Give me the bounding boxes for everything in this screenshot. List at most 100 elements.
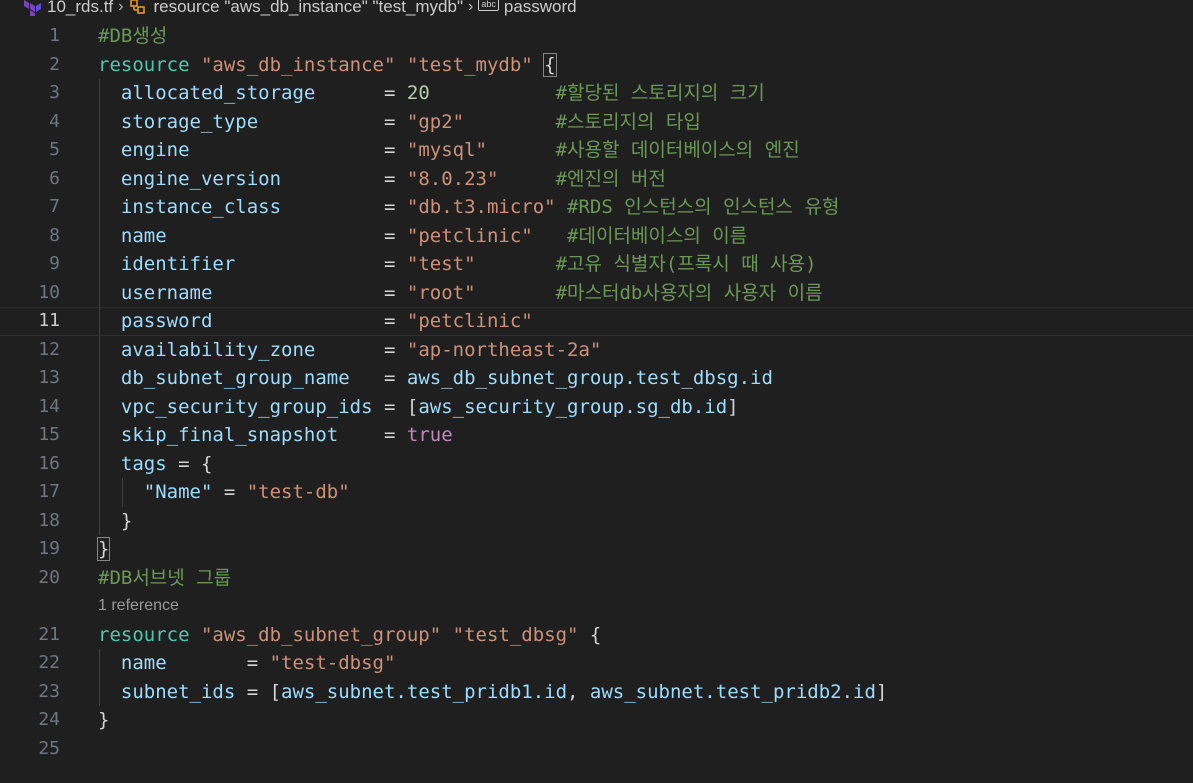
code-line[interactable]: 10 username = "root" #마스터db사용자의 사용자 이름 [0,278,1193,307]
code-line[interactable]: 25 [0,735,1193,764]
code-token: name [98,224,384,247]
code-token: identifier [98,253,384,275]
code-token: } [98,509,133,532]
breadcrumb: 10_rds.tf › resource "aws_db_instance" "… [0,0,1193,18]
code-token: "Name" [143,481,213,503]
code-token: = [383,310,407,332]
code-content: availability_zone = "ap-northeast-2a" [98,336,601,365]
code-token: #사용할 데이터베이스의 엔진 [555,139,800,161]
code-line[interactable]: 3 allocated_storage = 20 #할당된 스토리지의 크기 [0,79,1193,108]
code-token: "aws_db_instance" [200,53,396,76]
code-token: tags [98,452,167,475]
code-line[interactable]: 8 name = "petclinic" #데이터베이스의 이름 [0,221,1193,251]
code-token: db_subnet_group_name [98,367,384,389]
line-number: 24 [38,709,60,730]
code-token: aws_subnet.test_pridb2.id [589,680,876,703]
code-line[interactable]: 11 password = "petclinic" [0,307,1193,336]
code-line[interactable]: 19} [0,535,1193,564]
code-line[interactable]: 5 engine = "mysql" #사용할 데이터베이스의 엔진 [0,136,1193,165]
line-number: 8 [49,224,60,246]
line-number: 9 [49,253,60,274]
code-token: #RDS 인스턴스의 인스턴스 유형 [567,196,840,218]
code-line[interactable]: 20 #DB서브넷 그룹 [0,564,1193,593]
code-token: = [383,338,407,361]
resource-symbol-icon [130,0,146,14]
breadcrumb-file[interactable]: 10_rds.tf [47,0,113,17]
code-line[interactable]: 22 name = "test-dbsg" [0,649,1193,678]
code-line[interactable]: 7 instance_class = "db.t3.micro" #RDS 인스… [0,193,1193,222]
code-token: instance_class [98,196,384,218]
line-number: 22 [38,652,60,673]
code-line[interactable]: 17 "Name" = "test-db" [0,478,1193,507]
code-token: #스토리지의 타입 [555,110,701,133]
breadcrumb-symbol[interactable]: password [504,0,577,17]
code-token: username [98,281,384,304]
code-line[interactable]: 1 #DB생성 [0,22,1193,51]
breadcrumb-resource[interactable]: resource "aws_db_instance" "test_mydb" [153,0,463,17]
code-content: db_subnet_group_name = aws_db_subnet_gro… [98,364,773,393]
code-line[interactable]: 18 } [0,506,1193,536]
code-line[interactable]: 12 availability_zone = "ap-northeast-2a" [0,335,1193,365]
code-line[interactable]: 4 storage_type = "gp2" #스토리지의 타입 [0,107,1193,136]
code-content: #DB생성 [98,22,167,51]
line-number: 10 [38,281,60,303]
line-number: 23 [38,680,60,702]
line-number: 6 [49,167,60,189]
code-content: resource "aws_db_instance" "test_mydb" { [98,51,557,80]
code-token: } [98,709,110,731]
code-token: { [578,623,602,646]
code-token: aws_db_subnet_group.test_dbsg.id [406,367,773,389]
code-line[interactable]: 15 skip_final_snapshot = true [0,421,1193,450]
code-line[interactable]: 9 identifier = "test" #고유 식별자(프록시 때 사용) [0,250,1193,279]
code-line[interactable]: 21 resource "aws_db_subnet_group" "test_d… [0,621,1193,650]
code-content: } [98,507,132,536]
code-content: name = "petclinic" #데이터베이스의 이름 [98,222,747,251]
code-line[interactable]: 14 vpc_security_group_ids = [aws_securit… [0,392,1193,422]
code-line[interactable]: 6 engine_version = "8.0.23" #엔진의 버전 [0,164,1193,194]
code-line[interactable]: 13 db_subnet_group_name = aws_db_subnet_… [0,364,1193,393]
code-content: } [96,535,111,564]
code-content: identifier = "test" #고유 식별자(프록시 때 사용) [98,250,817,279]
code-content: skip_final_snapshot = true [98,421,453,450]
code-token: vpc_security_group_ids [98,395,384,418]
code-token: "test-db" [246,481,350,503]
code-token: "aws_db_subnet_group" [200,623,442,646]
code-token: ] [875,680,888,703]
code-token: = [383,139,407,161]
code-token: engine [98,139,384,161]
code-token: "mysql" [406,139,487,161]
code-content: subnet_ids = [aws_subnet.test_pridb1.id,… [98,678,887,707]
code-line[interactable]: 24} [0,706,1193,735]
code-line[interactable]: 23 subnet_ids = [aws_subnet.test_pridb1.… [0,677,1193,707]
code-token: availability_zone [98,338,384,361]
code-token: skip_final_snapshot [98,424,384,446]
code-token: = [ [383,395,419,418]
line-number: 17 [38,481,60,502]
code-line[interactable]: 2 resource "aws_db_instance" "test_mydb" … [0,51,1193,80]
code-line[interactable]: 16 tags = { [0,449,1193,478]
code-token: "gp2" [406,110,465,133]
code-content: name = "test-dbsg" [98,649,396,678]
codelens-references[interactable]: 1 reference [98,592,179,621]
code-token: = { [166,452,213,475]
line-number: 3 [49,82,60,103]
code-token: = [212,481,247,503]
code-token: "test-dbsg" [269,652,396,674]
code-content: vpc_security_group_ids = [aws_security_g… [98,393,739,422]
line-number: 11 [38,310,60,331]
code-content: engine_version = "8.0.23" #엔진의 버전 [98,165,666,194]
code-token: aws_subnet.test_pridb1.id [281,680,568,703]
code-token: = [383,167,407,190]
line-number: 19 [38,538,60,559]
code-token: "test" [406,253,476,275]
line-number: 13 [38,367,60,388]
